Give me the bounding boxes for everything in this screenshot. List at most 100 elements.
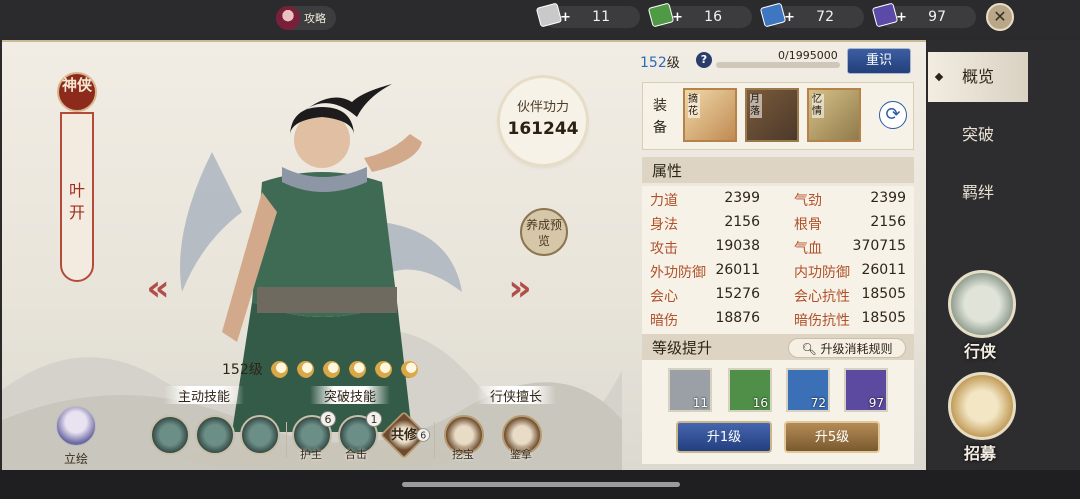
blue-exp-book-icon[interactable]: 72 (786, 368, 830, 412)
upgrade-rules-label: 升级消耗规则 (820, 342, 893, 356)
attributes-title: 属性 (642, 157, 914, 183)
white-exp-book-icon[interactable]: 11 (668, 368, 712, 412)
tab-label: 羁绊 (961, 183, 994, 202)
attr-key: 外功防御 (650, 265, 706, 281)
attr-key: 攻击 (650, 241, 678, 257)
active-skill-2-icon[interactable] (195, 415, 235, 455)
character-level: 152级 (222, 362, 263, 378)
guide-label: 攻略 (304, 12, 326, 25)
roam-button[interactable] (948, 270, 1016, 338)
attributes-grid: 力道 2399 气劲 2399 身法 2156 根骨 2156 攻击 19038 气血 37… (642, 186, 914, 334)
attr-item: 气劲 2399 (794, 190, 906, 214)
attr-value: 370715 (852, 238, 906, 254)
skill-level-badge: 6 (416, 428, 431, 442)
specialty-title: 行侠擅长 (476, 386, 557, 405)
attr-item: 身法 2156 (650, 214, 760, 238)
search-icon: 🔍︎ (801, 342, 817, 356)
resource-blue-book[interactable]: + 72 (759, 2, 864, 28)
upgrade-rules-button[interactable]: 🔍︎ 升级消耗规则 (788, 338, 906, 358)
portrait-icon[interactable] (56, 406, 96, 446)
system-bottom-bar (0, 470, 1080, 499)
character-name-tag: 神侠 叶开 (57, 72, 97, 292)
guide-avatar-icon (276, 6, 300, 30)
equipment-tag: 月落 (750, 94, 762, 118)
home-indicator[interactable] (402, 482, 680, 487)
attr-value: 18505 (861, 286, 906, 302)
tab-bonds[interactable]: 羁绊 (928, 168, 1028, 218)
purple-exp-book-icon[interactable]: 97 (844, 368, 888, 412)
close-icon[interactable]: ✕ (986, 3, 1014, 31)
info-level-value: 152 (640, 55, 667, 71)
skill-level-badge: 1 (366, 411, 382, 427)
attr-item: 根骨 2156 (794, 214, 906, 238)
xp-text: 0/1995000 (778, 49, 838, 62)
resource-count: 16 (704, 9, 722, 25)
resource-white-book[interactable]: + 11 (535, 2, 640, 28)
attr-key: 暗伤 (650, 313, 678, 329)
equipment-label: 装备 (653, 98, 667, 136)
green-exp-book-icon[interactable]: 16 (728, 368, 772, 412)
active-marker-icon (934, 72, 944, 82)
info-level-suffix: 级 (666, 56, 680, 71)
plus-icon[interactable]: + (896, 10, 907, 25)
book-count: 11 (692, 396, 708, 410)
skill-caption: 挖宝 (452, 448, 474, 461)
equipment-slot-accessory[interactable]: 忆情 (807, 88, 861, 142)
next-character-arrow-icon[interactable]: » (500, 271, 540, 307)
attr-value: 15276 (715, 286, 760, 302)
resource-count: 72 (816, 9, 834, 25)
name-strip: 叶开 (60, 112, 94, 282)
attr-key: 暗伤抗性 (794, 313, 850, 329)
level-up-1-button[interactable]: 升1级 (676, 421, 772, 453)
attr-key: 会心 (650, 289, 678, 305)
attr-item: 会心 15276 (650, 286, 760, 310)
guide-button[interactable]: 攻略 (276, 6, 336, 30)
star-icon (322, 360, 340, 378)
resource-count: 97 (928, 9, 946, 25)
active-skill-1-icon[interactable] (150, 415, 190, 455)
attr-item: 会心抗性 18505 (794, 286, 906, 310)
train-preview-button[interactable]: 养成预览 (520, 208, 568, 256)
attr-key: 气血 (794, 241, 822, 257)
attr-item: 气血 370715 (794, 238, 906, 262)
resource-purple-book[interactable]: + 97 (871, 2, 976, 28)
book-count: 72 (810, 396, 826, 410)
active-skills-title: 主动技能 (164, 386, 245, 405)
green-book-ticket-icon (647, 2, 675, 28)
active-skill-3-icon[interactable] (240, 415, 280, 455)
attr-value: 2156 (724, 214, 760, 230)
attr-value: 19038 (715, 238, 760, 254)
white-book-ticket-icon (535, 2, 563, 28)
star-icon (270, 360, 288, 378)
star-icon (348, 360, 366, 378)
tab-overview[interactable]: 概览 (928, 52, 1028, 102)
skill-caption: 鉴拿 (510, 448, 532, 461)
equipment-tag: 忆情 (812, 94, 824, 118)
attr-value: 2399 (724, 190, 760, 206)
prev-character-arrow-icon[interactable]: « (138, 271, 178, 307)
help-icon[interactable]: ? (696, 52, 712, 68)
attr-item: 力道 2399 (650, 190, 760, 214)
resource-count: 11 (592, 9, 610, 25)
attr-key: 力道 (650, 193, 678, 209)
roam-label: 行侠 (964, 342, 997, 361)
equipment-slot-weapon[interactable]: 摘花 (683, 88, 737, 142)
tab-breakthrough[interactable]: 突破 (928, 110, 1028, 160)
reset-button[interactable]: 重识 (847, 48, 911, 74)
power-medallion: 伙伴功力 161244 (500, 78, 586, 164)
resource-bar: 攻略 + 11 + 16 + 72 + 97 ✕ (0, 0, 1080, 38)
attr-key: 会心抗性 (794, 289, 850, 305)
skill-level-badge: 6 (320, 411, 336, 427)
attr-item: 攻击 19038 (650, 238, 760, 262)
plus-icon[interactable]: + (672, 10, 683, 25)
star-icon (400, 360, 418, 378)
plus-icon[interactable]: + (784, 10, 795, 25)
resource-green-book[interactable]: + 16 (647, 2, 752, 28)
swap-equipment-icon[interactable]: ⟳ (879, 101, 907, 129)
equipment-slot-armor[interactable]: 月落 (745, 88, 799, 142)
co-cultivate-label: 共修 (391, 428, 418, 443)
level-up-5-button[interactable]: 升5级 (784, 421, 880, 453)
recruit-button[interactable] (948, 372, 1016, 440)
purple-book-ticket-icon (871, 2, 899, 28)
plus-icon[interactable]: + (560, 10, 571, 25)
